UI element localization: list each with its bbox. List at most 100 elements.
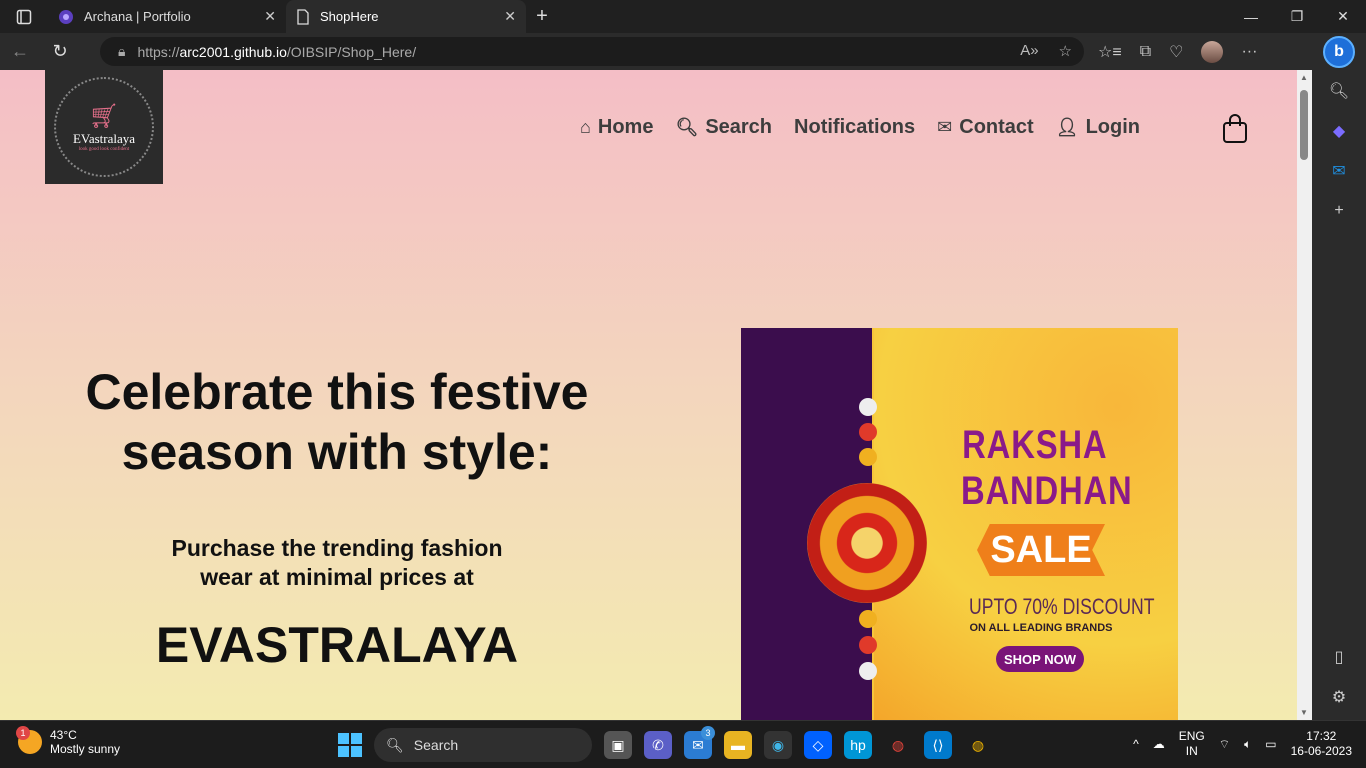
weather-widget[interactable]: 1 43°C Mostly sunny [16,726,121,756]
scroll-down-icon[interactable]: ▼ [1300,708,1308,717]
site-logo[interactable]: 🛒︎ EVastralaya look good look confident [45,70,163,184]
nav-login[interactable]: 👤︎ Login [1056,116,1140,139]
back-button[interactable]: ← [0,34,40,70]
bing-icon: b [1334,43,1344,60]
tab-actions-icon [16,9,32,24]
tab-shophere[interactable]: ShopHere ✕ [286,0,526,33]
plus-icon: + [536,5,548,27]
file-explorer-icon[interactable]: ▬ [724,731,752,759]
weather-badge: 1 [16,726,30,740]
banner-discount: UPTO 70% DISCOUNT [969,594,1155,619]
battery-icon[interactable]: ▭ [1265,737,1276,751]
tab-actions-button[interactable] [0,0,48,33]
lock-icon: 🔒︎ [118,43,126,59]
raksha-bandhan-banner[interactable]: RAKSHA BANDHAN SALE UPTO 70% DISCOUNT ON… [741,328,1178,720]
vscode-icon[interactable]: ⟨⟩ [924,731,952,759]
nav-contact[interactable]: ✉ Contact [937,116,1034,139]
envelope-icon: ✉ [937,117,953,137]
rakhi-bead [859,662,877,680]
hero-subtitle-line: wear at minimal prices at [200,564,474,590]
taskbar-search[interactable]: 🔍︎ Search [374,728,592,762]
nav-notifications[interactable]: Notifications [794,116,915,139]
tab-portfolio[interactable]: Archana | Portfolio ✕ [48,0,286,33]
address-bar[interactable]: 🔒︎ https://arc2001.github.io/OIBSIP/Shop… [100,37,1084,66]
search-icon: 🔍︎ [386,736,404,753]
shopping-bag-icon[interactable] [1222,114,1248,144]
wifi-icon[interactable]: ⌔ [1219,737,1230,752]
performance-icon[interactable]: ♡ [1169,42,1183,62]
chevron-up-icon[interactable]: ^ [1133,737,1139,751]
user-icon: 👤︎ [1055,117,1079,137]
close-tab-icon[interactable]: ✕ [504,8,516,25]
portfolio-favicon-icon [59,9,73,24]
rakhi-bead [859,423,877,441]
hero-subtitle-line: Purchase the trending fashion [171,535,503,561]
favorites-icon[interactable]: ☆≡ [1098,42,1122,62]
nav-label: Contact [959,116,1034,138]
start-button[interactable] [338,733,362,757]
rakhi-bead [859,398,877,416]
date: 16-06-2023 [1290,744,1352,758]
profile-avatar[interactable] [1201,40,1224,63]
weather-desc: Mostly sunny [50,742,121,756]
hero-title-line: season with style: [121,424,553,480]
back-arrow-icon: ← [11,41,29,61]
nav-label: Login [1085,116,1140,138]
clock[interactable]: 17:32 16-06-2023 [1291,729,1352,759]
hero-brand: EVASTRALAYA [155,617,519,673]
volume-icon[interactable]: 🔈︎ [1244,737,1251,752]
minimize-button[interactable]: — [1228,0,1274,33]
chrome-glyph-icon: ◍ [891,736,905,753]
task-view-icon[interactable]: ▣ [604,731,632,759]
rakhi-bead [859,448,877,466]
chrome-icon[interactable]: ◍ [884,731,912,759]
collections-icon[interactable]: ⧉ [1140,43,1151,61]
url-host: arc2001.github.io [179,43,287,60]
page-icon [297,8,309,25]
close-window-button[interactable]: ✕ [1320,0,1366,33]
shop-now-button[interactable]: SHOP NOW [996,646,1084,672]
dropbox-icon[interactable]: ◇ [804,731,832,759]
refresh-icon: ↻ [52,41,68,61]
rakhi-bead [859,636,877,654]
new-tab-button[interactable]: + [526,1,558,33]
url-prefix: https:// [137,43,180,60]
read-aloud-icon[interactable]: A» [1020,42,1038,60]
sidebar-shopping-icon[interactable]: ◆ [1328,120,1350,142]
page-scrollbar[interactable]: ▲ ▼ [1297,70,1312,720]
outlook-icon[interactable]: ✉ [1328,160,1350,182]
more-options-icon[interactable]: ··· [1241,43,1257,61]
main-nav: ⌂ Home 🔍︎ Search Notifications ✉ Contact… [580,116,1140,139]
mail-icon[interactable]: ✉ 3 [684,726,715,759]
browser-tab-bar: Archana | Portfolio ✕ ShopHere ✕ + — ❐ ✕ [0,0,1366,33]
myhp-icon[interactable]: hp [844,731,872,759]
banner-title: RAKSHA BANDHAN [961,422,1132,514]
chrome-profile-icon[interactable]: ◍ [964,731,992,759]
restore-button[interactable]: ❐ [1274,0,1320,33]
address-toolbar: ← ↻ 🔒︎ https://arc2001.github.io/OIBSIP/… [0,33,1366,70]
onedrive-icon[interactable]: ☁ [1153,737,1165,751]
favorite-star-icon[interactable]: ☆ [1059,42,1072,60]
close-tab-icon[interactable]: ✕ [264,8,276,25]
sidebar-settings-icon[interactable]: ⚙ [1328,686,1350,708]
logo-name: EVastralaya [72,131,136,146]
add-sidebar-app-icon[interactable]: + [1328,200,1350,222]
nav-search[interactable]: 🔍︎ Search [675,116,772,139]
lang-top: ENG [1178,729,1205,743]
sidebar-search-icon[interactable]: 🔍︎ [1328,80,1350,102]
scroll-up-icon[interactable]: ▲ [1300,73,1308,82]
chrome-profile-glyph-icon: ◍ [971,736,985,753]
bing-chat-button[interactable]: b [1323,36,1355,68]
language-indicator[interactable]: ENG IN [1179,729,1205,759]
teams-chat-icon[interactable]: ✆ [644,731,672,759]
hero-subtitle: Purchase the trending fashion wear at mi… [120,534,554,592]
temperature: 43°C [50,728,77,742]
scroll-thumb[interactable] [1300,90,1308,160]
refresh-button[interactable]: ↻ [40,34,80,70]
sun-icon: 1 [16,726,42,754]
edge-sidebar: 🔍︎ ◆ ✉ + ▯ ⚙ [1312,70,1366,720]
logo-tagline: look good look confident [78,147,130,152]
edge-icon[interactable]: ◉ [764,731,792,759]
nav-home[interactable]: ⌂ Home [580,116,653,139]
hide-sidebar-icon[interactable]: ▯ [1328,646,1350,668]
